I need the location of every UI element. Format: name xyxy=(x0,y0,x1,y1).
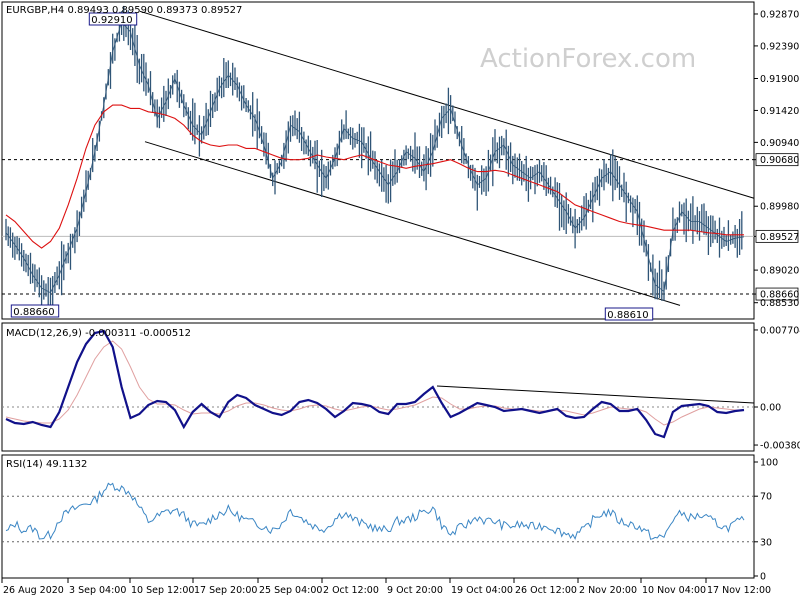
rsi-line xyxy=(5,482,745,541)
x-tick-label: 17 Nov 12:00 xyxy=(707,585,771,596)
rsi-tick-label: 70 xyxy=(760,492,772,503)
x-tick-label: 2 Nov 20:00 xyxy=(579,585,637,596)
macd-title: MACD(12,26,9) -0.000311 -0.000512 xyxy=(6,328,191,339)
x-tick-label: 26 Aug 2020 xyxy=(3,585,64,596)
macd-trend-line xyxy=(436,385,755,404)
macd-tick-label: 0.00 xyxy=(760,403,781,414)
low-annotation-left: 0.88660 xyxy=(13,307,54,318)
watermark: ActionForex.com xyxy=(480,44,696,74)
price-title: EURGBP,H4 0.89493 0.89590 0.89373 0.8952… xyxy=(6,5,242,16)
price-tick-label: 0.89020 xyxy=(760,266,799,277)
rsi-tick-label: 100 xyxy=(760,458,778,469)
rsi-title: RSI(14) 49.1132 xyxy=(6,459,87,470)
price-tick-label: 0.90680 xyxy=(760,155,799,166)
macd-line xyxy=(5,329,745,439)
macd-panel: 0.007704 0.00 -0.003804 xyxy=(2,325,800,452)
x-tick-label: 10 Sep 12:00 xyxy=(131,585,194,596)
price-tick-label: 0.89980 xyxy=(760,202,799,213)
x-tick-label: 2 Oct 12:00 xyxy=(323,585,379,596)
macd-tick-label: 0.007704 xyxy=(760,325,800,336)
rsi-panel-frame xyxy=(1,454,755,579)
x-tick-label: 3 Sep 04:00 xyxy=(69,585,126,596)
high-annotation: 0.92910 xyxy=(91,15,132,26)
x-tick-label: 26 Oct 12:00 xyxy=(515,585,577,596)
macd-signal-line xyxy=(5,340,744,426)
x-tick-label: 9 Oct 20:00 xyxy=(387,585,443,596)
low-annotation-right: 0.88610 xyxy=(607,310,648,321)
x-tick-label: 19 Oct 04:00 xyxy=(451,585,513,596)
rsi-panel: 100 70 30 0 xyxy=(2,458,778,583)
price-tick-label: 0.91420 xyxy=(760,106,799,117)
price-tick-label: 0.88530 xyxy=(760,298,799,309)
price-tick-label: 0.92390 xyxy=(760,41,799,52)
price-tick-label: 0.92870 xyxy=(760,9,799,20)
rsi-tick-label: 0 xyxy=(760,572,766,583)
price-tick-label: 0.91900 xyxy=(760,74,799,85)
x-tick-label: 17 Sep 20:00 xyxy=(194,585,257,596)
price-tick-label: 0.90940 xyxy=(760,138,799,149)
macd-panel-frame xyxy=(1,322,755,452)
x-tick-label: 10 Nov 04:00 xyxy=(642,585,706,596)
chart-canvas: ActionForex.com 0.92870 0.92390 0.91900 0.9… xyxy=(1,1,800,596)
channel-upper-line xyxy=(139,10,755,199)
rsi-tick-label: 30 xyxy=(760,537,772,548)
price-tick-label: 0.89527 xyxy=(760,232,799,243)
x-axis: 26 Aug 2020 3 Sep 04:00 10 Sep 12:00 17 Sep… xyxy=(1,578,771,596)
x-tick-label: 25 Sep 04:00 xyxy=(259,585,322,596)
macd-tick-label: -0.003804 xyxy=(760,441,800,452)
